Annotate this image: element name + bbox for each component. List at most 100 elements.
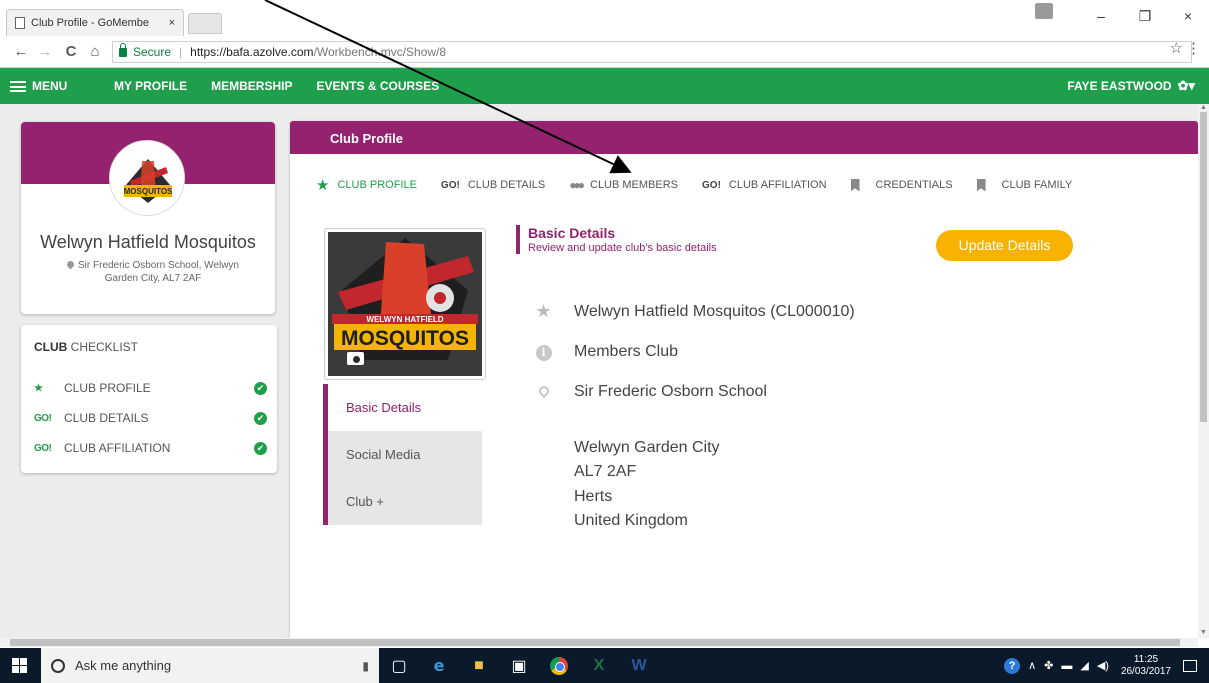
volume-icon[interactable]: ◀)	[1097, 659, 1109, 672]
profile-subnav: ★ CLUB PROFILE GO! CLUB DETAILS ●●● CLUB…	[316, 176, 1096, 194]
home-button[interactable]: ⌂	[86, 43, 104, 60]
dropbox-icon[interactable]: ✤	[1044, 659, 1053, 672]
checklist-item-club-affiliation[interactable]: GO! CLUB AFFILIATION ✔	[34, 438, 267, 458]
tab-label: CLUB DETAILS	[467, 179, 546, 191]
club-address: Sir Frederic Osborn School, Welwyn Garde…	[61, 259, 245, 285]
checklist-label: CLUB DETAILS	[64, 411, 149, 425]
help-icon[interactable]: ?	[1004, 657, 1021, 674]
word-icon[interactable]: W	[619, 657, 659, 675]
club-name: Welwyn Hatfield Mosquitos	[40, 232, 256, 252]
section-title: Basic Details	[528, 225, 616, 241]
nav-membership[interactable]: MEMBERSHIP	[211, 79, 292, 93]
wifi-icon[interactable]: ◢	[1080, 659, 1088, 672]
tab-label: CLUB MEMBERS	[590, 179, 679, 191]
search-placeholder: Ask me anything	[75, 658, 172, 673]
tab-credentials[interactable]: CREDENTIALS	[850, 178, 953, 192]
cortana-search-box[interactable]: Ask me anything ▮	[41, 648, 379, 683]
club-name-id: Welwyn Hatfield Mosquitos (CL000010)	[574, 302, 855, 320]
address-postcode: AL7 2AF	[574, 463, 637, 480]
edge-icon[interactable]: e	[419, 656, 459, 675]
location-pin-icon	[536, 383, 551, 399]
address-county: Herts	[574, 488, 613, 505]
tab-club-profile[interactable]: ★ CLUB PROFILE	[316, 176, 417, 194]
tab-club-family[interactable]: CLUB FAMILY	[976, 178, 1072, 192]
lock-icon	[119, 42, 127, 57]
nav-my-profile[interactable]: MY PROFILE	[114, 79, 187, 93]
browser-menu-icon[interactable]: ⋮	[1186, 39, 1201, 57]
bookmark-star-icon[interactable]: ☆	[1170, 39, 1183, 57]
vertical-scrollbar[interactable]: ▲ ▼	[1198, 104, 1209, 638]
restore-button[interactable]: ❐	[1130, 6, 1160, 26]
hscrollbar-thumb[interactable]	[10, 639, 1180, 646]
file-explorer-icon[interactable]: ■	[459, 657, 499, 675]
windows-start-icon[interactable]	[12, 658, 27, 673]
microphone-icon[interactable]: ▮	[362, 659, 369, 673]
chrome-icon[interactable]	[550, 656, 568, 675]
battery-icon[interactable]: ▬	[1061, 660, 1072, 672]
close-window-button[interactable]: ×	[1173, 6, 1203, 26]
tray-chevron-icon[interactable]: ∧	[1028, 659, 1036, 672]
store-icon[interactable]: ▣	[499, 656, 539, 676]
bookmark-icon	[850, 178, 860, 192]
star-icon: ★	[34, 382, 43, 394]
forward-button[interactable]: →	[36, 43, 54, 60]
reload-button[interactable]: C	[62, 43, 80, 60]
excel-icon[interactable]: X	[579, 657, 619, 675]
side-menu-basic-details[interactable]: Basic Details	[323, 384, 482, 431]
user-name: FAYE EASTWOOD	[1067, 79, 1172, 93]
go-icon: GO!	[440, 179, 460, 191]
url-path: /Workbench.mvc/Show/8	[313, 45, 447, 59]
tab-club-affiliation[interactable]: GO! CLUB AFFILIATION	[702, 179, 826, 191]
system-clock[interactable]: 11:25 26/03/2017	[1121, 654, 1171, 678]
panel-title: Club Profile	[290, 121, 1198, 154]
star-icon: ★	[316, 177, 330, 194]
tab-close-icon[interactable]: ×	[169, 17, 175, 29]
minimize-button[interactable]: –	[1086, 6, 1116, 26]
scroll-up-icon[interactable]: ▲	[1200, 104, 1207, 111]
browser-tabstrip: Club Profile - GoMembe × – ❐ ×	[0, 0, 1209, 36]
club-address-text: Sir Frederic Osborn School, Welwyn Garde…	[78, 260, 239, 284]
checklist-item-club-profile[interactable]: ★ CLUB PROFILE ✔	[34, 378, 267, 398]
people-icon: ●●●	[569, 178, 585, 192]
club-profile-panel: Club Profile ★ CLUB PROFILE GO! CLUB DET…	[290, 121, 1198, 638]
side-menu-club-plus[interactable]: Club +	[323, 478, 482, 525]
scrollbar-thumb[interactable]	[1200, 112, 1207, 422]
new-tab-button[interactable]	[188, 13, 222, 34]
checklist-title: CLUB CHECKLIST	[34, 340, 138, 354]
task-view-icon[interactable]: ▢	[379, 656, 419, 676]
tab-club-details[interactable]: GO! CLUB DETAILS	[441, 179, 545, 191]
tab-club-members[interactable]: ●●● CLUB MEMBERS	[569, 178, 678, 192]
notification-icon[interactable]	[1183, 659, 1197, 672]
user-menu[interactable]: FAYE EASTWOOD ✿▾	[1067, 78, 1195, 94]
go-icon: GO!	[34, 442, 52, 454]
info-icon-wrap: i	[535, 343, 552, 361]
checklist-label: CLUB PROFILE	[64, 381, 151, 395]
logo-top-text: WELWYN HATFIELD	[366, 315, 443, 324]
browser-tab[interactable]: Club Profile - GoMembe ×	[6, 9, 184, 36]
address-city: Welwyn Garden City	[574, 439, 720, 456]
horizontal-scrollbar[interactable]	[0, 638, 1198, 647]
menu-label: MENU	[32, 79, 68, 93]
omnibox-divider: |	[179, 45, 183, 59]
url-host: https://bafa.azolve.com	[190, 45, 314, 59]
nav-events-courses[interactable]: EVENTS & COURSES	[316, 79, 439, 93]
checklist-label: CLUB AFFILIATION	[64, 441, 171, 455]
check-circle-icon: ✔	[254, 441, 267, 455]
detail-club-type: i Members Club	[535, 343, 678, 361]
checklist-title-bold: CLUB	[34, 340, 68, 354]
url-bar[interactable]: Secure | https://bafa.azolve.com/Workben…	[112, 41, 1192, 63]
camera-icon[interactable]	[347, 352, 364, 365]
update-details-button[interactable]: Update Details	[936, 230, 1073, 261]
section-subtitle: Review and update club's basic details	[528, 242, 717, 254]
scroll-down-icon[interactable]: ▼	[1200, 629, 1207, 636]
club-type: Members Club	[574, 343, 679, 360]
back-button[interactable]: ←	[12, 43, 30, 60]
small-logo-text: MOSQUITOS	[124, 187, 173, 196]
side-menu-social-media[interactable]: Social Media	[323, 431, 482, 478]
cortana-icon	[51, 658, 65, 673]
profile-icon[interactable]	[1035, 3, 1053, 19]
club-logo-frame[interactable]: WELWYN HATFIELD MOSQUITOS	[324, 228, 486, 380]
detail-address: Sir Frederic Osborn School	[535, 383, 767, 401]
menu-button[interactable]: MENU	[10, 79, 114, 93]
checklist-item-club-details[interactable]: GO! CLUB DETAILS ✔	[34, 408, 267, 428]
